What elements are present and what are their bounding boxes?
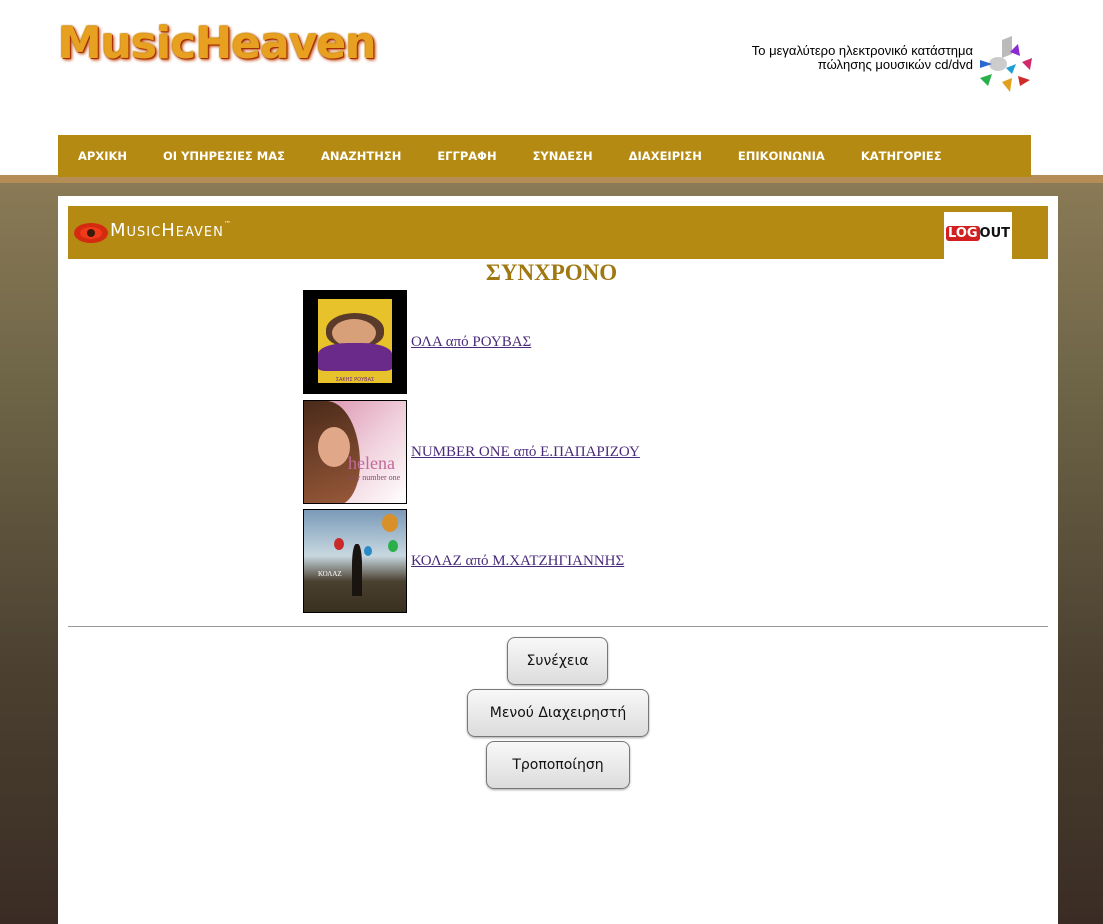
- album-cover-subtext: my number one: [350, 473, 401, 482]
- nav-item-services[interactable]: ΟΙ ΥΠΗΡΕΣΙΕΣ ΜΑΣ: [163, 149, 285, 163]
- main-nav: ΑΡΧΙΚΗ ΟΙ ΥΠΗΡΕΣΙΕΣ ΜΑΣ ΑΝΑΖΗΤΗΣΗ ΕΓΓΡΑΦ…: [58, 135, 1031, 177]
- site-tagline: Το μεγαλύτερο ηλεκτρονικό κατάστημα πώλη…: [643, 44, 973, 72]
- nav-item-contact[interactable]: ΕΠΙΚΟΙΝΩΝΙΑ: [738, 149, 825, 163]
- nav-item-categories[interactable]: ΚΑΤΗΓΟΡΙΕΣ: [861, 149, 942, 163]
- site-logo[interactable]: MusicHeaven: [58, 18, 377, 69]
- album-cover-image[interactable]: ΣΑΚΗΣ ΡΟΥΒΑΣ: [303, 290, 407, 394]
- album-cover-text: helena: [348, 453, 395, 473]
- album-cover-image[interactable]: ΚΟΛΑΖ: [303, 509, 407, 613]
- banner-brand-name: MusicHeaven: [110, 220, 224, 241]
- tagline-line-2: πώλησης μουσικών cd/dvd: [817, 57, 973, 72]
- album-cover-text: ΚΟΛΑΖ: [318, 570, 342, 578]
- nav-item-home[interactable]: ΑΡΧΙΚΗ: [78, 149, 127, 163]
- logout-out-text: OUT: [979, 226, 1011, 241]
- logout-label: LOG OUT: [946, 226, 1010, 241]
- nav-item-register[interactable]: ΕΓΓΡΑΦΗ: [437, 149, 496, 163]
- banner-brand: MusicHeaven™: [110, 220, 232, 241]
- continue-button[interactable]: Συνέχεια: [507, 637, 608, 685]
- content-panel: MusicHeaven™ LOG OUT ΣΥΝΧΡΟΝΟ ΣΑΚΗΣ ΡΟΥΒΑ…: [58, 196, 1058, 924]
- album-link[interactable]: NUMBER ONE από Ε.ΠΑΠΑΡΙΖΟΥ: [411, 444, 640, 461]
- nav-item-search[interactable]: ΑΝΑΖΗΤΗΣΗ: [321, 149, 401, 163]
- logout-log-text: LOG: [946, 226, 980, 241]
- inner-banner: MusicHeaven™ LOG OUT: [68, 206, 1048, 268]
- album-cover-text: ΣΑΚΗΣ ΡΟΥΒΑΣ: [335, 377, 375, 383]
- admin-menu-button[interactable]: Μενού Διαχειρηστή: [467, 689, 649, 737]
- modify-button[interactable]: Τροποποίηση: [486, 741, 630, 789]
- category-title: ΣΥΝΧΡΟΝΟ: [485, 260, 618, 285]
- banner-trademark: ™: [223, 220, 232, 228]
- album-item: ΚΟΛΑΖ ΚΟΛΑΖ από Μ.ΧΑΤΖΗΓΙΑΝΝΗΣ: [303, 509, 624, 613]
- album-link[interactable]: ΟΛΑ από ΡΟΥΒΑΣ: [411, 334, 531, 351]
- section-divider: [68, 626, 1048, 627]
- album-item: ΣΑΚΗΣ ΡΟΥΒΑΣ ΟΛΑ από ΡΟΥΒΑΣ: [303, 290, 531, 394]
- nav-item-admin[interactable]: ΔΙΑΧΕΙΡΙΣΗ: [629, 149, 702, 163]
- nav-item-login[interactable]: ΣΥΝΔΕΣΗ: [533, 149, 593, 163]
- tagline-line-1: Το μεγαλύτερο ηλεκτρονικό κατάστημα: [751, 43, 973, 58]
- album-cover-image[interactable]: helena my number one: [303, 400, 407, 504]
- flower-icon: [74, 223, 108, 243]
- music-note-icon: [980, 36, 1032, 92]
- album-item: helena my number one NUMBER ONE από Ε.ΠΑ…: [303, 400, 640, 504]
- album-link[interactable]: ΚΟΛΑΖ από Μ.ΧΑΤΖΗΓΙΑΝΝΗΣ: [411, 553, 624, 570]
